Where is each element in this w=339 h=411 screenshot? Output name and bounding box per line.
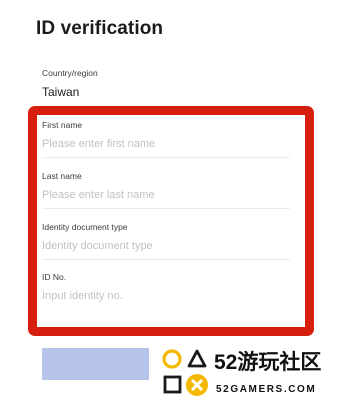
divider xyxy=(42,259,290,260)
document-type-field: Identity document type xyxy=(42,222,292,253)
last-name-field: Last name xyxy=(42,171,292,202)
divider xyxy=(42,208,290,209)
watermark-title: 52游玩社区 xyxy=(214,351,322,374)
first-name-input[interactable] xyxy=(42,137,287,151)
last-name-input[interactable] xyxy=(42,188,287,202)
triangle-icon xyxy=(187,349,207,368)
id-number-label: ID No. xyxy=(42,272,67,282)
document-type-label: Identity document type xyxy=(42,222,128,232)
circle-icon xyxy=(162,349,182,369)
id-number-input[interactable] xyxy=(42,289,287,303)
country-region-field[interactable]: Country/region Taiwan xyxy=(42,68,292,99)
country-region-label: Country/region xyxy=(42,68,98,78)
watermark-url: 52GAMERS.COM xyxy=(216,384,317,395)
document-type-select[interactable] xyxy=(42,239,287,253)
submit-button[interactable] xyxy=(42,348,149,380)
square-icon xyxy=(163,375,182,394)
watermark-logo: 52游玩社区 52GAMERS.COM xyxy=(160,344,336,404)
watermark-shapes xyxy=(162,349,208,396)
divider xyxy=(42,157,290,158)
id-verification-page: ID verification Country/region Taiwan Fi… xyxy=(0,0,339,411)
first-name-label: First name xyxy=(42,120,83,130)
country-region-value: Taiwan xyxy=(42,85,80,99)
last-name-label: Last name xyxy=(42,171,82,181)
cross-icon xyxy=(186,374,208,396)
id-number-field: ID No. xyxy=(42,272,292,303)
first-name-field: First name xyxy=(42,120,292,151)
page-title: ID verification xyxy=(36,18,164,39)
